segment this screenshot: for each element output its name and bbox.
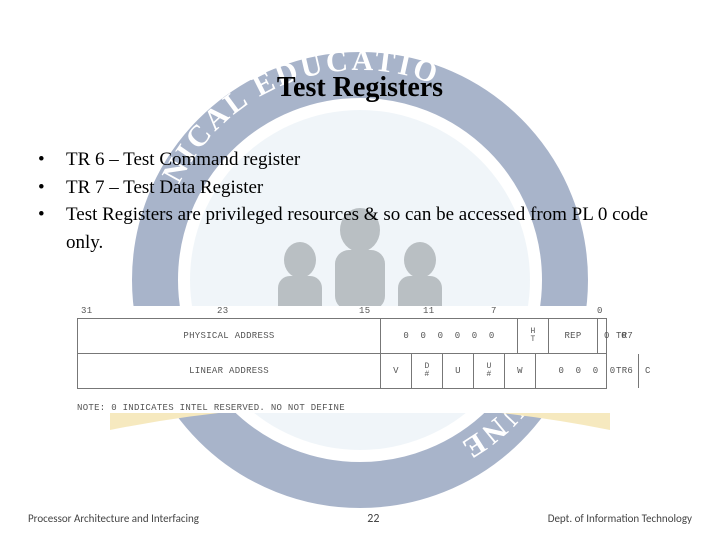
- tr7-physical-address-label: PHYSICAL ADDRESS: [78, 331, 380, 341]
- bullet-text: TR 6 – Test Command register: [66, 146, 720, 174]
- register-row-tr6: LINEAR ADDRESS V D # U U # W 0 0 0 0 C T…: [77, 354, 607, 389]
- register-diagram: 31 23 15 11 7 0 PHYSICAL ADDRESS 0 0 0 0…: [77, 306, 647, 413]
- footer-left: Processor Architecture and Interfacing: [28, 512, 199, 526]
- bullet-dot: •: [30, 201, 66, 229]
- footer-page: 22: [367, 512, 379, 526]
- slide-content: Test Registers • TR 6 – Test Command reg…: [0, 0, 720, 540]
- register-row-tr7: PHYSICAL ADDRESS 0 0 0 0 0 0 H T REP 0 0…: [77, 318, 607, 354]
- bullet-dot: •: [30, 146, 66, 174]
- tr6-w-field: W: [505, 366, 535, 376]
- register-label-tr7: TR7: [616, 331, 633, 341]
- list-item: • TR 6 – Test Command register: [30, 146, 720, 174]
- tick-7: 7: [491, 306, 497, 316]
- tr6-v-field: V: [381, 366, 411, 376]
- tick-23: 23: [217, 306, 228, 316]
- bullet-dot: •: [30, 174, 66, 202]
- footer: Processor Architecture and Interfacing 2…: [0, 512, 720, 526]
- tr6-u2-field: U #: [474, 363, 504, 379]
- register-label-tr6: TR6: [616, 366, 633, 376]
- tick-15: 15: [359, 306, 370, 316]
- bullet-text: TR 7 – Test Data Register: [66, 174, 720, 202]
- tick-11: 11: [423, 306, 434, 316]
- tr7-reserved-zeros: 0 0 0 0 0 0: [381, 331, 517, 341]
- bullet-list: • TR 6 – Test Command register • TR 7 – …: [30, 146, 720, 256]
- tr7-rep-field: REP: [549, 331, 597, 341]
- diagram-note: NOTE: 0 INDICATES INTEL RESERVED. NO NOT…: [77, 403, 647, 413]
- tr7-ht-field: H T: [518, 328, 548, 344]
- tr6-linear-address-label: LINEAR ADDRESS: [78, 366, 380, 376]
- list-item: • TR 7 – Test Data Register: [30, 174, 720, 202]
- tr6-u-field: U: [443, 366, 473, 376]
- bit-ticks: 31 23 15 11 7 0: [77, 306, 647, 318]
- tr6-d-field: D #: [412, 363, 442, 379]
- tick-31: 31: [81, 306, 92, 316]
- bullet-text: Test Registers are privileged resources …: [66, 201, 720, 256]
- page-title: Test Registers: [0, 0, 720, 104]
- list-item: • Test Registers are privileged resource…: [30, 201, 720, 256]
- tick-0: 0: [597, 306, 603, 316]
- tr6-c-field: C: [639, 366, 657, 376]
- footer-right: Dept. of Information Technology: [548, 512, 692, 526]
